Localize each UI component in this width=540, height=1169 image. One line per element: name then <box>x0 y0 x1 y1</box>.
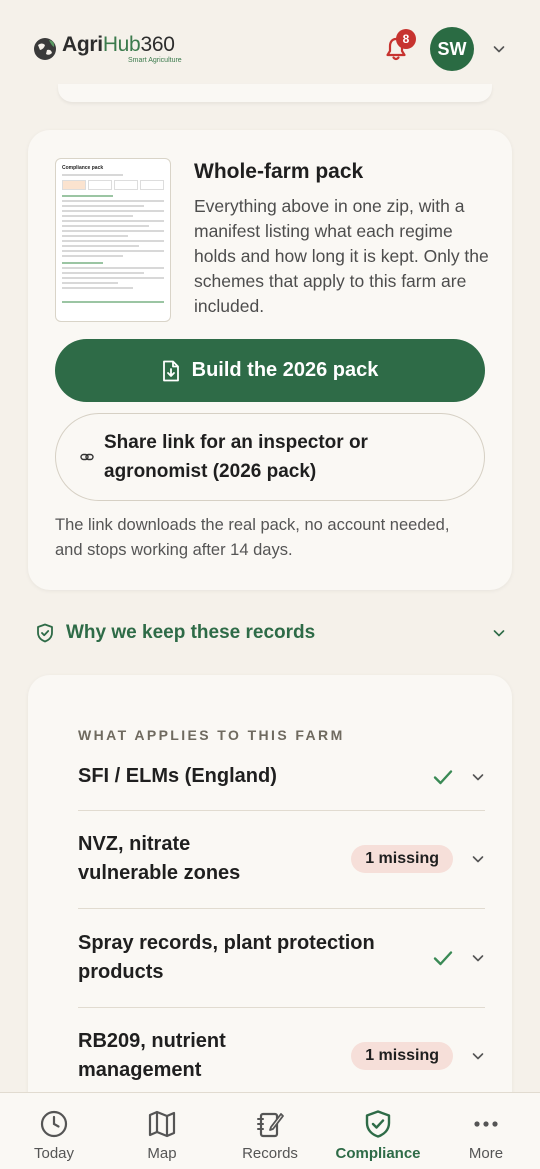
shield-check-icon <box>365 1110 391 1138</box>
notifications-button[interactable]: 8 <box>380 29 416 65</box>
share-link-button[interactable]: Share link for an inspector or agronomis… <box>55 413 485 501</box>
shield-check-icon <box>37 623 53 643</box>
map-icon <box>148 1110 176 1138</box>
nav-item-map[interactable]: Map <box>112 1109 212 1162</box>
nav-label: Today <box>33 1145 75 1162</box>
nav-item-more[interactable]: More <box>436 1109 536 1162</box>
nav-label: Records <box>242 1145 298 1162</box>
share-link-label: Share link for an inspector or agronomis… <box>104 432 368 482</box>
pack-description: Everything above in one zip, with a mani… <box>194 196 489 316</box>
check-icon <box>433 951 453 966</box>
pack-thumbnail[interactable]: Compliance pack <box>55 158 171 322</box>
chevron-down-icon[interactable] <box>492 42 506 56</box>
logo-agri: Agri <box>62 33 103 56</box>
divider <box>78 810 485 811</box>
why-records-toggle[interactable]: Why we keep these records <box>36 618 506 648</box>
notebook-icon <box>257 1112 284 1138</box>
globe-logo-icon <box>34 38 56 60</box>
nav-label: More <box>468 1145 504 1162</box>
nav-label: Map <box>147 1145 177 1162</box>
whole-farm-pack-card: Compliance pack Whole-farm pack Everythi… <box>28 130 512 590</box>
applies-row-sfi[interactable]: SFI / ELMs (England) <box>78 762 485 791</box>
applies-row-label: SFI / ELMs (England) <box>78 765 277 787</box>
nav-item-today[interactable]: Today <box>4 1109 104 1162</box>
applies-row-rb209[interactable]: RB209, nutrient management 1 missing <box>78 1027 485 1085</box>
missing-badge: 1 missing <box>351 1042 453 1070</box>
bottom-nav: Today Map Records Compliance More <box>0 1092 540 1169</box>
previous-card-edge <box>58 84 492 102</box>
why-records-label: Why we keep these records <box>66 622 316 643</box>
applies-row-label: Spray records, plant protection products <box>78 932 375 983</box>
chevron-down-icon <box>472 856 484 863</box>
logo-hub: Hub <box>102 33 141 56</box>
clock-icon <box>40 1110 68 1138</box>
applies-row-label: RB209, nutrient management <box>78 1030 226 1081</box>
applies-row-label: NVZ, nitrate vulnerable zones <box>78 833 241 884</box>
user-avatar[interactable]: SW <box>430 27 474 71</box>
chevron-down-icon <box>472 773 484 780</box>
nav-item-compliance[interactable]: Compliance <box>328 1109 428 1162</box>
notification-count-badge: 8 <box>396 29 416 49</box>
chevron-down-icon <box>472 1053 484 1060</box>
nav-item-records[interactable]: Records <box>220 1109 320 1162</box>
more-dots-icon <box>474 1121 498 1127</box>
check-icon <box>433 769 453 784</box>
app-logo[interactable]: AgriHub360 Smart Agriculture <box>32 34 182 64</box>
link-icon <box>80 453 94 461</box>
nav-label: Compliance <box>335 1145 421 1162</box>
chevron-down-icon <box>472 955 484 962</box>
logo-360: 360 <box>140 33 175 56</box>
build-pack-label: Build the 2026 pack <box>191 359 379 381</box>
divider <box>78 908 485 909</box>
build-pack-button[interactable]: Build the 2026 pack <box>55 339 485 402</box>
share-link-note: The link downloads the real pack, no acc… <box>55 516 450 559</box>
thumbnail-title: Compliance pack <box>62 165 104 171</box>
missing-badge: 1 missing <box>351 845 453 873</box>
pack-title: Whole-farm pack <box>194 160 364 183</box>
applies-row-nvz[interactable]: NVZ, nitrate vulnerable zones 1 missing <box>78 830 485 888</box>
file-download-icon <box>162 360 179 381</box>
divider <box>78 1007 485 1008</box>
chevron-down-icon <box>493 630 505 637</box>
logo-tagline: Smart Agriculture <box>128 57 182 64</box>
applies-section-label: WHAT APPLIES TO THIS FARM <box>78 727 345 743</box>
applies-row-spray[interactable]: Spray records, plant protection products <box>78 929 485 987</box>
